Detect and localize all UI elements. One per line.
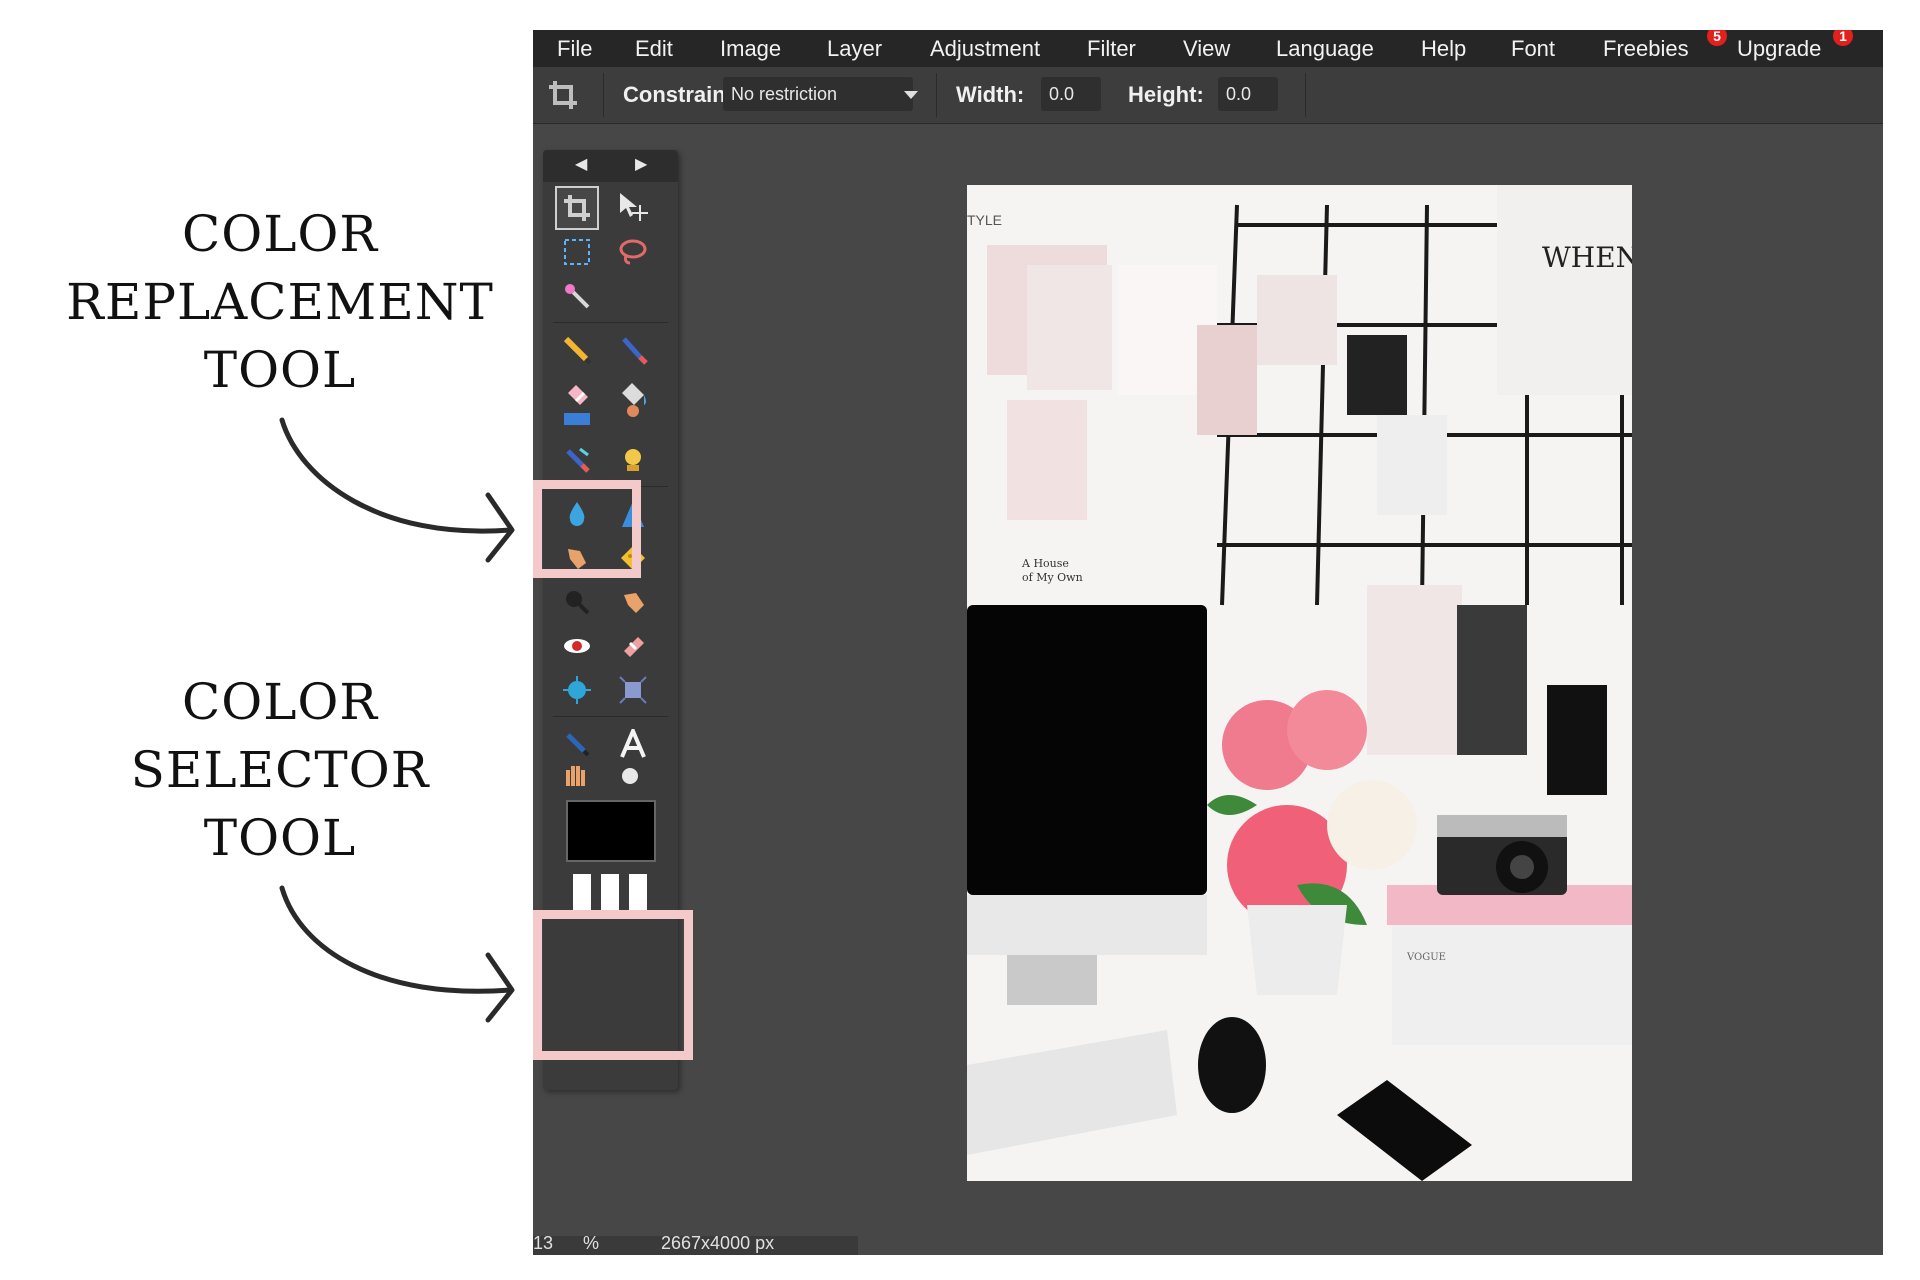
magic-wand-tool[interactable] xyxy=(555,274,599,318)
magic-wand-icon xyxy=(565,284,590,309)
constraint-select[interactable]: No restriction xyxy=(723,77,913,111)
text-a-icon xyxy=(620,729,646,758)
highlight-color-selector-tool xyxy=(533,910,693,1060)
chevron-down-icon[interactable] xyxy=(903,89,919,101)
menu-adjustment[interactable]: Adjustment xyxy=(930,30,1040,67)
separator xyxy=(553,322,668,323)
brush-tool[interactable] xyxy=(611,328,655,372)
crop-tool[interactable] xyxy=(555,186,599,230)
color-swatch-small[interactable] xyxy=(573,874,591,912)
spot-heal-tool[interactable] xyxy=(611,624,655,668)
zoom-icon xyxy=(622,768,638,784)
stamp-icon xyxy=(627,405,639,417)
zoom-level[interactable]: 13 xyxy=(533,1230,553,1255)
color-replace-icon xyxy=(566,447,590,473)
hand-icon xyxy=(566,766,585,786)
menu-font[interactable]: Font xyxy=(1511,30,1555,67)
crop-icon xyxy=(549,81,577,109)
status-bar-filler xyxy=(858,1236,1883,1255)
separator xyxy=(603,73,604,117)
burn-icon xyxy=(566,591,590,615)
upgrade-badge: 1 xyxy=(1833,30,1853,46)
toolbox-header: ◀ ▶ xyxy=(543,150,678,182)
dodge-tool[interactable] xyxy=(611,580,655,624)
eyedropper-icon xyxy=(566,733,590,757)
separator xyxy=(936,73,937,117)
foreground-color-swatch[interactable] xyxy=(566,800,656,862)
menu-view[interactable]: View xyxy=(1183,30,1230,67)
lasso-icon xyxy=(619,239,647,265)
toolbox-next-icon[interactable]: ▶ xyxy=(635,154,647,174)
pencil-tool[interactable] xyxy=(555,328,599,372)
highlight-color-replacement-tool xyxy=(533,480,641,578)
gradient-tool[interactable] xyxy=(555,406,599,428)
image-size: 2667x4000 px xyxy=(661,1233,775,1253)
photo-text-book-1: A House xyxy=(1021,557,1069,570)
move-arrow-icon xyxy=(620,193,648,221)
menu-upgrade[interactable]: Upgrade xyxy=(1737,30,1821,67)
separator xyxy=(553,716,668,717)
red-eye-tool[interactable] xyxy=(555,624,599,668)
color-picker-tool[interactable] xyxy=(555,722,599,766)
hand-tool[interactable] xyxy=(555,762,599,786)
toolbox-prev-icon[interactable]: ◀ xyxy=(575,154,587,174)
menu-freebies[interactable]: Freebies xyxy=(1603,30,1689,67)
color-swatch-small[interactable] xyxy=(629,874,647,912)
height-input[interactable]: 0.0 xyxy=(1218,77,1278,111)
pencil-icon xyxy=(563,336,592,365)
clone-stamp-tool[interactable] xyxy=(611,402,655,428)
zoom-percent: % xyxy=(583,1233,600,1253)
menu-file[interactable]: File xyxy=(557,30,592,67)
hand-point-icon xyxy=(624,593,644,613)
menu-filter[interactable]: Filter xyxy=(1087,30,1136,67)
eye-icon xyxy=(564,639,590,653)
marquee-icon xyxy=(564,239,590,265)
bloat-tool[interactable] xyxy=(555,668,599,712)
crop-icon xyxy=(564,195,590,221)
color-replacement-tool[interactable] xyxy=(555,438,599,482)
arrow-to-replacement-tool xyxy=(279,417,513,534)
arrowhead-selector xyxy=(485,952,515,1023)
arrow-to-selector-tool xyxy=(279,885,513,994)
move-tool[interactable] xyxy=(611,186,655,230)
height-label: Height: xyxy=(1128,82,1204,107)
photo-text-style: TYLE xyxy=(967,212,1002,228)
arrowhead-replacement xyxy=(485,492,515,563)
width-label: Width: xyxy=(956,82,1025,107)
menu-layer[interactable]: Layer xyxy=(827,30,882,67)
bloat-icon xyxy=(563,676,591,704)
pinch-tool[interactable] xyxy=(611,668,655,712)
menu-bar: File Edit Image Layer Adjustment Filter … xyxy=(533,30,1883,67)
photo-text-book-2: of My Own xyxy=(1022,571,1083,584)
bandage-icon xyxy=(624,637,644,657)
gradient-icon xyxy=(564,413,590,425)
menu-image[interactable]: Image xyxy=(720,30,781,67)
photo-editor-window: File Edit Image Layer Adjustment Filter … xyxy=(533,30,1883,1255)
color-swatch-small[interactable] xyxy=(601,874,619,912)
photo-text-vogue: VOGUE xyxy=(1406,952,1446,963)
canvas-photo[interactable]: WHEN TYLE A House of My Own VOGUE xyxy=(967,185,1632,1181)
burn-tool[interactable] xyxy=(555,580,599,624)
menu-language[interactable]: Language xyxy=(1276,30,1374,67)
photo-text-when: WHEN xyxy=(1542,241,1632,274)
desk-photo: WHEN TYLE A House of My Own VOGUE xyxy=(967,185,1632,1181)
tool-options-bar: Constraint: No restriction Width: 0.0 He… xyxy=(533,67,1883,124)
drawing-tool[interactable] xyxy=(611,438,655,482)
marquee-tool[interactable] xyxy=(555,230,599,274)
separator xyxy=(1305,73,1306,117)
menu-edit[interactable]: Edit xyxy=(635,30,673,67)
brush-icon xyxy=(622,337,648,365)
lasso-tool[interactable] xyxy=(611,230,655,274)
blob-icon xyxy=(625,449,641,471)
pinch-icon xyxy=(619,676,647,704)
eraser-icon xyxy=(568,385,588,405)
zoom-tool[interactable] xyxy=(611,762,655,786)
status-bar: 13 % 2667x4000 px xyxy=(533,1233,1883,1255)
menu-help[interactable]: Help xyxy=(1421,30,1466,67)
type-tool[interactable] xyxy=(611,722,655,766)
width-input[interactable]: 0.0 xyxy=(1041,77,1101,111)
freebies-badge: 5 xyxy=(1707,30,1727,46)
